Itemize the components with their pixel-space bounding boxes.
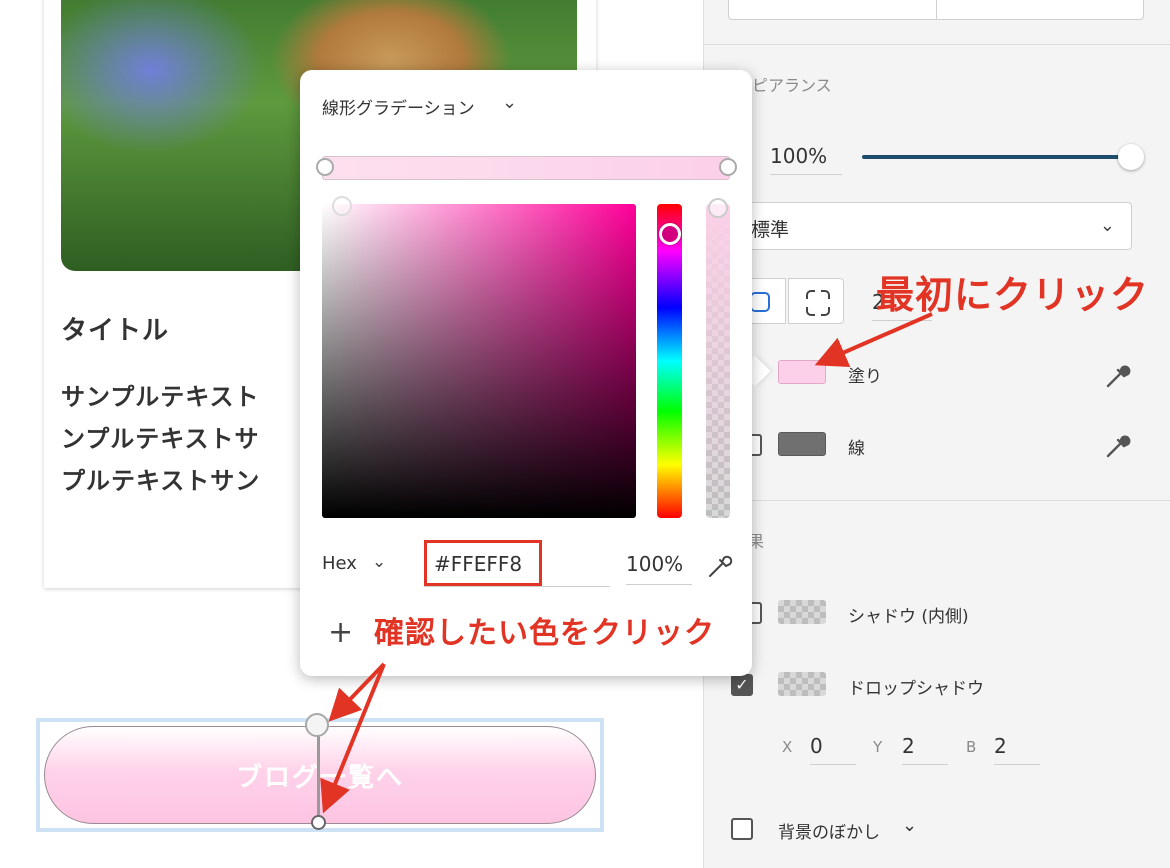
panel-divider <box>703 44 1170 45</box>
blend-mode-select[interactable]: 標準 ⌄ <box>740 202 1132 250</box>
eyedropper-icon[interactable] <box>1104 430 1134 466</box>
drop-shadow-label: ドロップシャドウ <box>848 679 984 699</box>
gradient-stop-right[interactable] <box>719 158 737 176</box>
alpha-slider-knob[interactable] <box>708 198 728 218</box>
opacity-slider-knob[interactable] <box>1118 144 1144 170</box>
opacity-slider[interactable] <box>862 155 1132 159</box>
gradient-preview-bar[interactable] <box>322 156 730 180</box>
gradient-stop-handle-bottom[interactable] <box>311 815 326 830</box>
blog-list-button[interactable]: ブログ一覧へ <box>44 726 596 824</box>
saturation-picker-knob[interactable] <box>332 196 352 216</box>
fill-color-swatch[interactable] <box>778 360 826 384</box>
corner-radius-icon <box>806 290 830 316</box>
blend-mode-value: 標準 <box>751 219 790 241</box>
gradient-stop-left[interactable] <box>316 158 334 176</box>
alpha-slider[interactable] <box>706 204 730 518</box>
hue-slider-knob[interactable] <box>659 223 681 245</box>
drop-shadow-swatch[interactable] <box>778 672 826 696</box>
resize-manual-option[interactable] <box>936 0 1144 19</box>
color-opacity-field[interactable]: 100% <box>626 552 692 585</box>
eyedropper-icon[interactable] <box>706 550 736 586</box>
shadow-y-field[interactable]: 2 <box>902 734 948 765</box>
saturation-brightness-picker[interactable] <box>322 204 636 518</box>
card-title: タイトル <box>61 316 170 346</box>
background-blur-label: 背景のぼかし <box>778 823 880 843</box>
add-color-button[interactable]: + <box>328 618 353 648</box>
chevron-down-icon[interactable]: ⌄ <box>372 552 386 572</box>
resize-mode-toggle <box>728 0 1144 20</box>
hue-slider[interactable] <box>657 204 682 518</box>
opacity-field[interactable]: 100% <box>770 144 842 175</box>
annotation-first-click: 最初にクリック <box>876 273 1150 317</box>
gradient-line[interactable] <box>317 726 320 822</box>
color-format-select[interactable]: Hex <box>322 553 357 574</box>
stroke-label: 線 <box>848 439 865 459</box>
appearance-section-label: ピアランス <box>752 76 832 95</box>
eyedropper-icon[interactable] <box>1104 360 1134 396</box>
hex-highlight-box <box>424 540 542 586</box>
chevron-down-icon: ⌄ <box>1099 215 1115 236</box>
annotation-click-color: 確認したい色をクリック <box>374 616 715 651</box>
stroke-color-swatch[interactable] <box>778 432 826 456</box>
panel-divider <box>703 500 1170 501</box>
shadow-y-label: Y <box>873 738 883 756</box>
shadow-b-label: B <box>966 738 977 756</box>
gradient-type-select[interactable]: 線形グラデーション <box>322 94 475 119</box>
chevron-down-icon[interactable]: ⌄ <box>902 815 917 836</box>
card-body-text: サンプルテキスト ンプルテキストサ プルテキストサン <box>61 383 261 495</box>
shadow-x-label: X <box>782 738 793 756</box>
background-blur-checkbox[interactable] <box>731 818 753 840</box>
shadow-blur-field[interactable]: 2 <box>994 734 1040 765</box>
inner-shadow-label: シャドウ (内側) <box>848 607 969 627</box>
inner-shadow-swatch[interactable] <box>778 600 826 624</box>
resize-auto-option[interactable] <box>729 0 936 19</box>
shadow-x-field[interactable]: 0 <box>810 734 856 765</box>
chevron-down-icon[interactable]: ⌄ <box>502 92 517 113</box>
gradient-stop-handle-top[interactable] <box>305 713 329 737</box>
drop-shadow-checkbox[interactable]: ✓ <box>731 674 753 696</box>
fill-label: 塗り <box>848 367 882 387</box>
corner-individual-button[interactable] <box>788 278 844 324</box>
